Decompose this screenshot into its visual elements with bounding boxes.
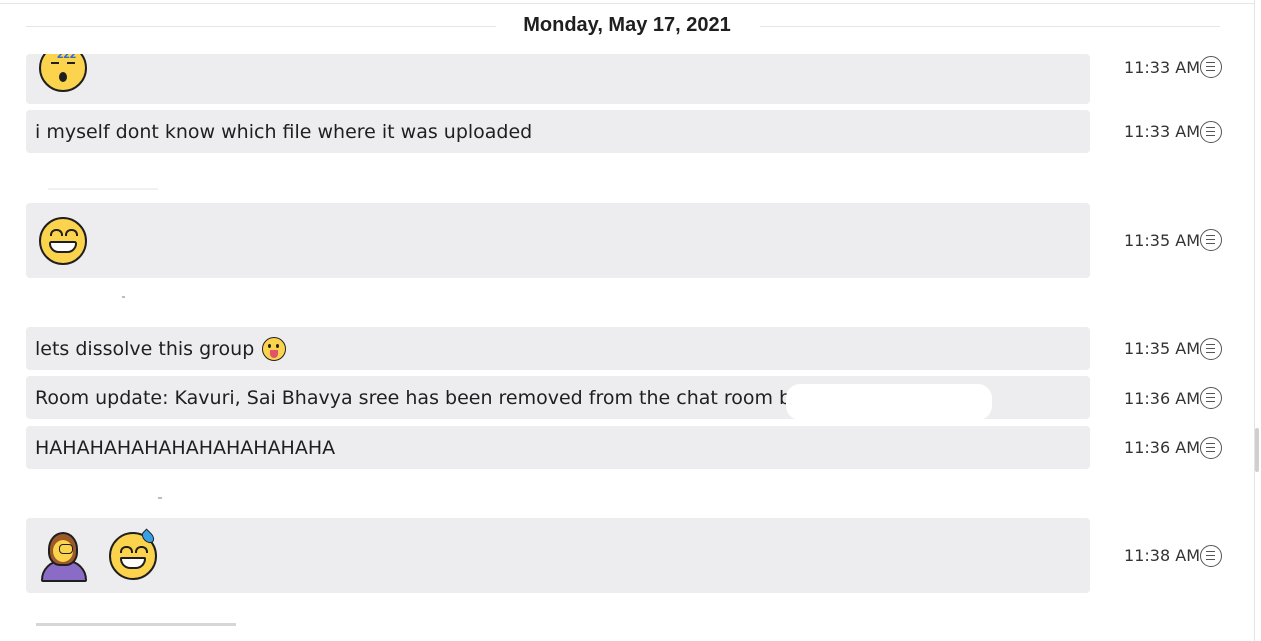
message-text: Room update: Kavuri, Sai Bhavya sree has… [35, 386, 792, 409]
sender-name-redacted [48, 188, 158, 190]
message-text: lets dissolve this group [35, 337, 255, 360]
scrollbar-thumb[interactable] [1255, 428, 1259, 472]
sweat-smile-face-icon [109, 528, 157, 580]
message-bubble: i myself dont know which file where it w… [26, 110, 1090, 153]
message-bubble: lets dissolve this group [26, 327, 1090, 370]
sender-name-redacted [36, 623, 236, 626]
message-menu-icon[interactable] [1200, 56, 1222, 78]
message-menu-icon[interactable] [1200, 545, 1222, 567]
message-menu-icon[interactable] [1200, 387, 1222, 409]
date-rule-left [26, 26, 496, 27]
message-bubble: HAHAHAHAHAHAHAHAHAHAHA [26, 426, 1090, 469]
sender-name-redacted [122, 296, 125, 298]
message-menu-icon[interactable] [1200, 437, 1222, 459]
sleeping-face-icon: zzz [39, 54, 87, 104]
date-separator: Monday, May 17, 2021 [497, 14, 757, 37]
message-menu-icon[interactable] [1200, 338, 1222, 360]
facepalm-woman-icon [39, 531, 89, 582]
message-time: 11:35 AM [1124, 339, 1200, 358]
message-text: HAHAHAHAHAHAHAHAHAHAHA [35, 436, 336, 459]
date-rule-right [760, 26, 1220, 27]
message-menu-icon[interactable] [1200, 229, 1222, 251]
message-text: i myself dont know which file where it w… [35, 120, 533, 143]
grinning-face-icon [39, 216, 87, 265]
message-time: 11:38 AM [1124, 546, 1200, 565]
message-time: 11:36 AM [1124, 438, 1200, 457]
message-bubble [26, 203, 1090, 278]
panel-border [1254, 0, 1255, 641]
message-menu-icon[interactable] [1200, 121, 1222, 143]
message-time: 11:35 AM [1124, 231, 1200, 250]
message-bubble [26, 518, 1090, 593]
message-time: 11:36 AM [1124, 389, 1200, 408]
redaction-mark [786, 384, 992, 420]
message-time: 11:33 AM [1124, 122, 1200, 141]
message-bubble: zzz [26, 54, 1090, 104]
top-divider [0, 3, 1255, 4]
tongue-face-icon [262, 336, 287, 361]
sender-name-redacted [158, 497, 162, 499]
message-time: 11:33 AM [1124, 58, 1200, 77]
